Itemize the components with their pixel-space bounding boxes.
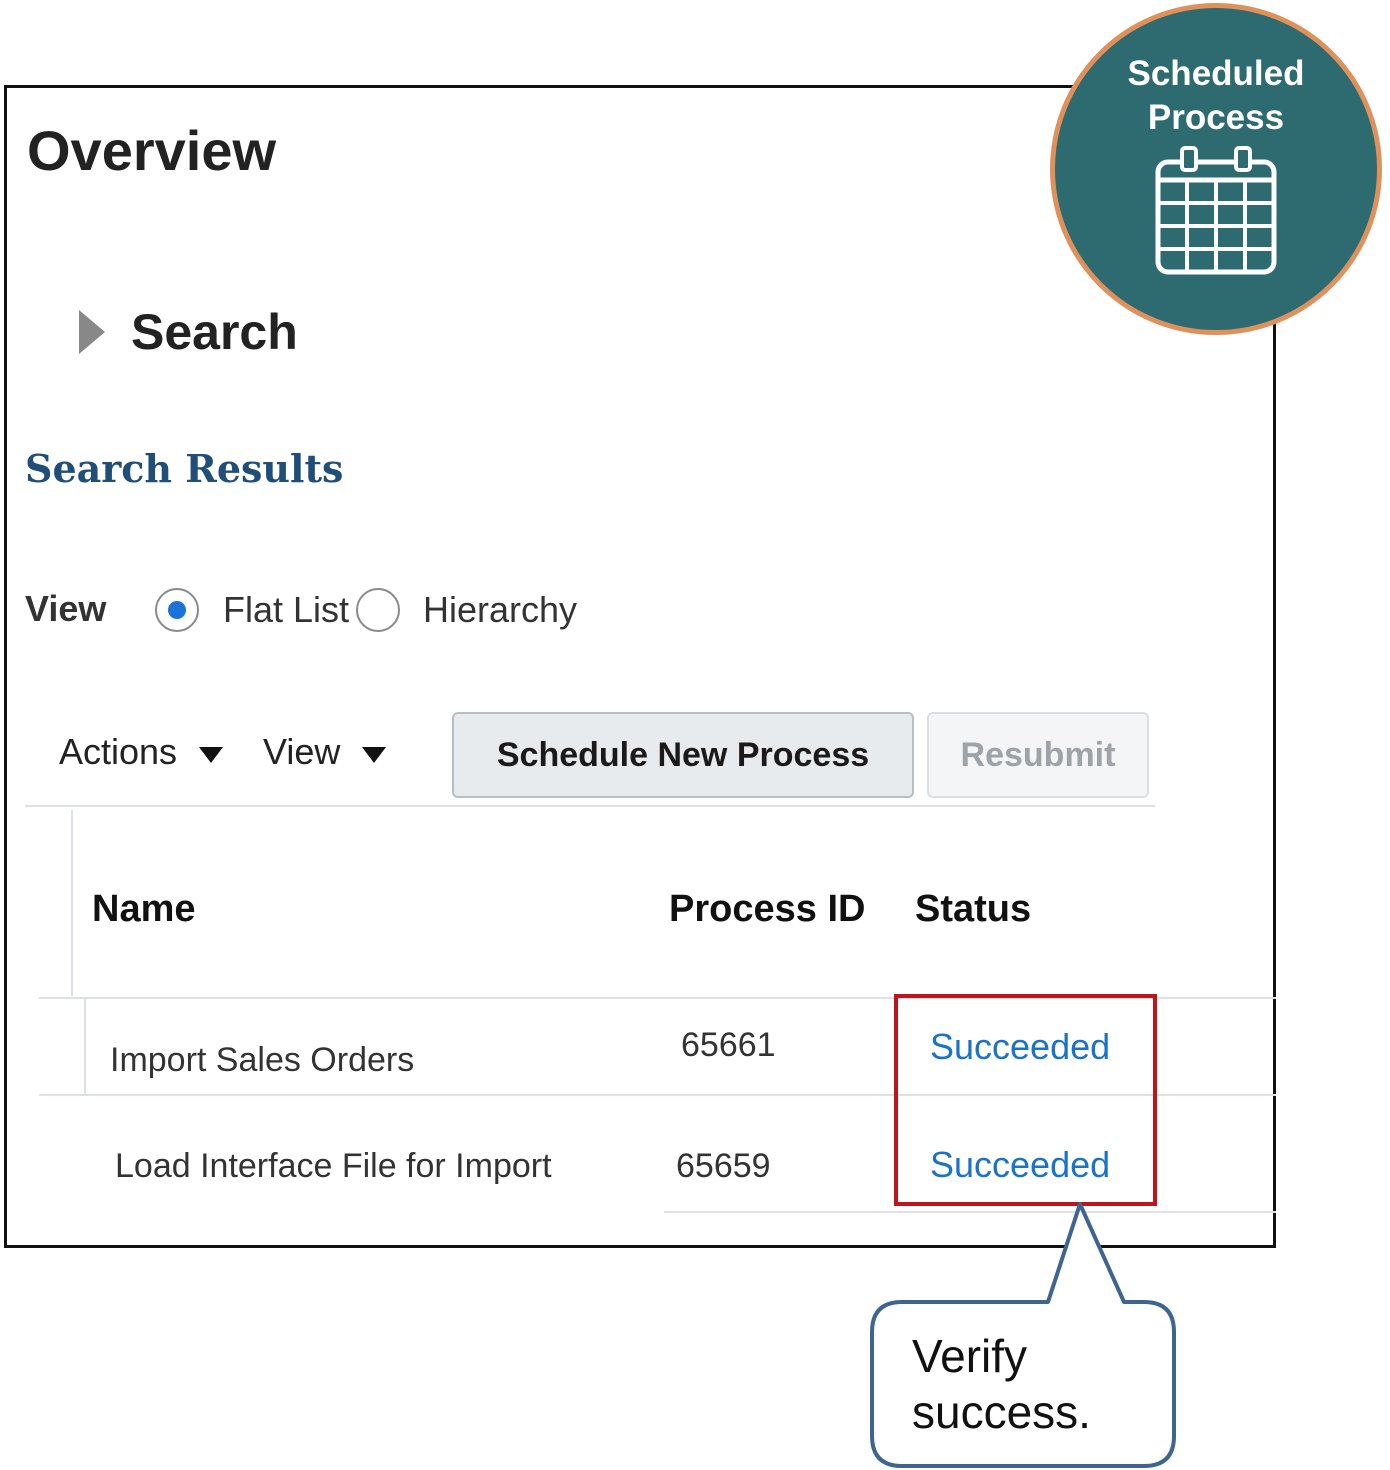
badge-line-2: Process <box>1147 98 1285 137</box>
flat-list-label[interactable]: Flat List <box>223 589 349 631</box>
resubmit-button[interactable]: Resubmit <box>927 712 1149 798</box>
row-divider <box>39 997 664 999</box>
actions-menu-label: Actions <box>59 731 178 772</box>
callout-line-1: Verify <box>912 1330 1028 1382</box>
expand-triangle-icon <box>79 310 105 354</box>
calendar-icon <box>1155 146 1277 275</box>
hierarchy-radio[interactable] <box>356 588 400 632</box>
search-results-heading: Search Results <box>25 446 344 491</box>
schedule-new-process-button[interactable]: Schedule New Process <box>452 712 914 798</box>
column-header-status[interactable]: Status <box>915 888 1031 931</box>
actions-menu[interactable]: Actions <box>59 731 224 773</box>
flat-list-radio[interactable] <box>155 588 199 632</box>
column-header-name[interactable]: Name <box>92 888 196 931</box>
row-name: Import Sales Orders <box>110 1041 415 1079</box>
view-menu[interactable]: View <box>263 731 387 773</box>
table-column-divider <box>71 810 73 996</box>
chevron-down-icon <box>362 747 387 763</box>
badge-line-1: Scheduled <box>1127 54 1305 93</box>
row-process-id: 65661 <box>681 1026 776 1064</box>
status-highlight-box <box>894 994 1157 1206</box>
page-title: Overview <box>27 119 277 182</box>
view-menu-label: View <box>263 731 341 772</box>
toolbar-divider <box>25 805 1155 807</box>
row-left-divider <box>84 997 86 1095</box>
view-toggle-label: View <box>25 588 107 629</box>
callout-text: Verify success. <box>912 1328 1091 1440</box>
search-section-toggle[interactable]: Search <box>79 303 298 361</box>
row-name: Load Interface File for Import <box>115 1147 552 1185</box>
column-header-process-id[interactable]: Process ID <box>669 888 865 931</box>
callout-line-2: success. <box>912 1386 1091 1438</box>
chevron-down-icon <box>199 747 224 763</box>
row-process-id: 65659 <box>676 1147 771 1185</box>
search-section-label: Search <box>131 304 298 360</box>
scheduled-process-badge: Scheduled Process <box>1050 3 1382 335</box>
hierarchy-label[interactable]: Hierarchy <box>423 589 577 631</box>
